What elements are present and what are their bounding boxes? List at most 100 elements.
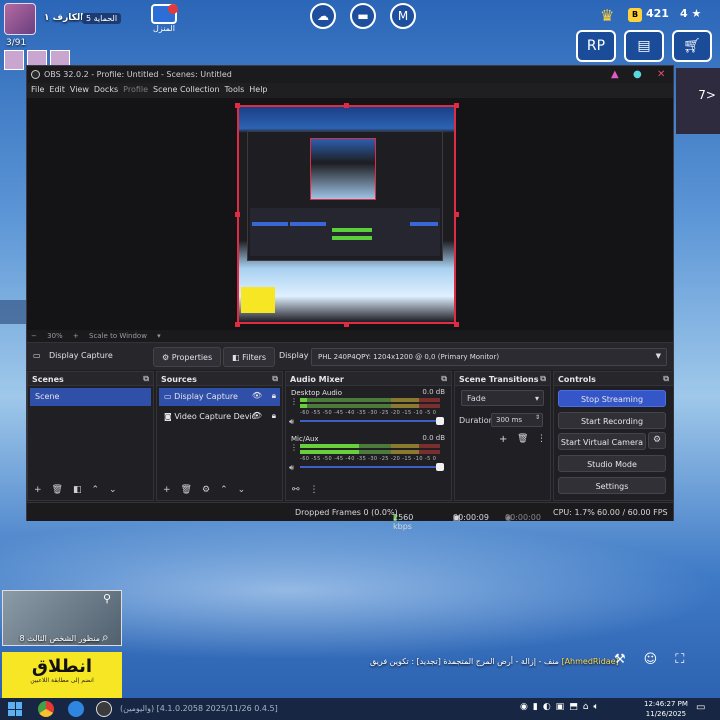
- resize-handle[interactable]: [454, 212, 459, 217]
- properties-button[interactable]: ⚙ Properties: [153, 347, 222, 367]
- app-icon[interactable]: [68, 701, 84, 717]
- lock-icon[interactable]: 🔒︎: [272, 411, 276, 421]
- rp-icon[interactable]: RP: [576, 30, 616, 62]
- network-icon[interactable]: ⌂: [583, 702, 589, 712]
- preview-canvas[interactable]: [27, 98, 673, 352]
- trash-icon[interactable]: 🗑︎: [517, 434, 528, 444]
- undock-icon[interactable]: ⧉: [663, 374, 669, 384]
- add-icon[interactable]: +: [34, 485, 42, 497]
- menu-edit[interactable]: Edit: [49, 83, 70, 98]
- gear-icon[interactable]: ⚙: [202, 485, 210, 497]
- tray-app-icon[interactable]: ⬒: [569, 702, 578, 712]
- trash-icon[interactable]: 🗑︎: [181, 485, 192, 497]
- windows-start-icon[interactable]: [8, 702, 22, 716]
- speaker-icon[interactable]: 🔊︎: [289, 463, 294, 473]
- source-item[interactable]: ◙ Video Capture Devic 👁︎ 🔒︎: [159, 408, 280, 426]
- start-virtual-camera-button[interactable]: Start Virtual Camera: [558, 433, 646, 450]
- menu-view[interactable]: View: [70, 83, 94, 98]
- maximize-icon[interactable]: ●: [633, 69, 642, 80]
- m-icon[interactable]: M: [390, 3, 416, 29]
- menu-help[interactable]: Help: [249, 83, 272, 98]
- add-icon[interactable]: +: [163, 485, 171, 497]
- chevron-up-icon[interactable]: ⌃: [92, 485, 100, 497]
- notification-icon[interactable]: ▭: [696, 702, 705, 713]
- crate-icon[interactable]: ▤: [624, 30, 664, 62]
- tray-app-icon[interactable]: ◉: [520, 702, 528, 712]
- tray-app-icon[interactable]: ▣: [556, 702, 565, 712]
- filters-button[interactable]: ◧ Filters: [223, 347, 276, 367]
- settings-button[interactable]: Settings: [558, 477, 666, 494]
- display-capture-preview[interactable]: [237, 105, 456, 324]
- resize-handle[interactable]: [235, 322, 240, 327]
- duration-input[interactable]: 300 ms ⇕: [491, 413, 543, 427]
- side-panel-right[interactable]: 7>: [676, 68, 720, 134]
- scale-mode-select[interactable]: Scale to Window: [89, 332, 147, 340]
- zoom-out-button[interactable]: −: [31, 332, 37, 340]
- stepper-icon[interactable]: ⇕: [535, 414, 540, 421]
- stop-streaming-button[interactable]: Stop Streaming: [558, 390, 666, 407]
- menu-file[interactable]: File: [31, 83, 49, 98]
- volume-knob[interactable]: [436, 463, 444, 471]
- menu-docks[interactable]: Docks: [94, 83, 123, 98]
- volume-icon[interactable]: 🔈︎: [593, 702, 598, 712]
- resize-handle[interactable]: [235, 212, 240, 217]
- more-icon[interactable]: ⋮: [310, 485, 319, 497]
- undock-icon[interactable]: ⧉: [272, 374, 278, 384]
- add-icon[interactable]: +: [499, 434, 507, 445]
- home-button[interactable]: المنزل: [142, 4, 186, 38]
- chevron-down-icon[interactable]: ⌄: [238, 485, 246, 497]
- tray-app-icon[interactable]: ▮: [533, 702, 538, 712]
- title-bar[interactable]: OBS 32.0.2 - Profile: Untitled - Scenes:…: [27, 66, 673, 83]
- close-icon[interactable]: ✕: [657, 69, 665, 80]
- party-avatar[interactable]: [4, 50, 24, 70]
- volume-slider[interactable]: [300, 463, 444, 471]
- search-icon[interactable]: ⌕: [102, 630, 109, 645]
- clock[interactable]: 12:46:27 PM 11/26/2025: [644, 699, 688, 719]
- menu-scene-collection[interactable]: Scene Collection: [153, 83, 225, 98]
- chevron-down-icon[interactable]: ⌄: [109, 485, 117, 497]
- source-item[interactable]: ▭ Display Capture 👁︎ 🔒︎: [159, 388, 280, 406]
- car-icon[interactable]: ▬: [350, 3, 376, 29]
- emote-icon[interactable]: ☺: [644, 652, 658, 667]
- tools-icon[interactable]: ⚒: [614, 652, 626, 667]
- player-avatar[interactable]: [4, 3, 36, 35]
- controller-icon[interactable]: ⚲: [103, 592, 111, 605]
- minimize-icon[interactable]: ▲: [611, 69, 619, 80]
- obs-taskbar-icon[interactable]: [96, 701, 112, 717]
- more-icon[interactable]: ⋮: [537, 434, 546, 444]
- transition-select[interactable]: Fade ▾: [461, 390, 544, 406]
- resize-handle[interactable]: [454, 322, 459, 327]
- undock-icon[interactable]: ⧉: [441, 374, 447, 384]
- studio-mode-button[interactable]: Studio Mode: [558, 455, 666, 472]
- lock-icon[interactable]: 🔒︎: [272, 391, 276, 401]
- undock-icon[interactable]: ⧉: [143, 374, 149, 384]
- virtual-camera-settings-icon[interactable]: ⚙: [648, 432, 666, 449]
- resize-handle[interactable]: [235, 103, 240, 108]
- go-button[interactable]: انطلاق انضم إلى مطابقة اللاعبين: [2, 652, 122, 698]
- undock-icon[interactable]: ⧉: [540, 374, 546, 384]
- zoom-in-button[interactable]: +: [73, 332, 79, 340]
- volume-slider[interactable]: [300, 417, 444, 425]
- track-menu-icon[interactable]: ⋮: [290, 397, 298, 406]
- trash-icon[interactable]: 🗑︎: [52, 485, 63, 497]
- filter-icon[interactable]: ◧: [73, 485, 82, 497]
- eye-icon[interactable]: 👁︎: [252, 391, 262, 400]
- eye-icon[interactable]: 👁︎: [252, 411, 262, 420]
- vbucks-count[interactable]: B 421: [628, 7, 669, 22]
- track-menu-icon[interactable]: ⋮: [290, 443, 298, 452]
- cart-icon[interactable]: 🛒︎: [672, 30, 712, 62]
- cloud-icon[interactable]: ☁: [310, 3, 336, 29]
- chrome-icon[interactable]: [38, 701, 54, 717]
- speaker-icon[interactable]: 🔊︎: [289, 417, 294, 427]
- menu-tools[interactable]: Tools: [225, 83, 250, 98]
- fullscreen-icon[interactable]: ⛶: [675, 652, 684, 667]
- resize-handle[interactable]: [344, 103, 349, 108]
- display-select[interactable]: PHL 240P4QPY: 1204x1200 @ 0,0 (Primary M…: [311, 348, 667, 366]
- start-recording-button[interactable]: Start Recording: [558, 412, 666, 429]
- resize-handle[interactable]: [344, 322, 349, 327]
- volume-knob[interactable]: [436, 417, 444, 425]
- scene-item[interactable]: Scene: [30, 388, 151, 406]
- menu-profile[interactable]: Profile: [123, 83, 153, 98]
- resize-handle[interactable]: [454, 103, 459, 108]
- link-icon[interactable]: ⚯: [292, 485, 300, 497]
